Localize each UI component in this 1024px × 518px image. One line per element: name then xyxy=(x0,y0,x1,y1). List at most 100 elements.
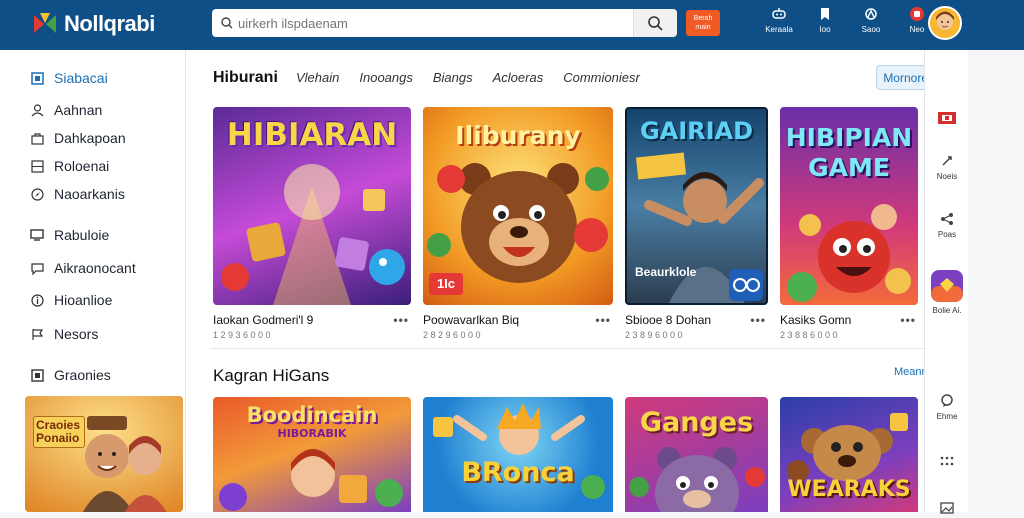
bookmark-button[interactable]: Ioo xyxy=(802,6,848,34)
chat-icon xyxy=(30,261,44,275)
thumbnail-subtitle: HIBORABIK xyxy=(277,427,347,440)
game-card[interactable]: Iliburany 1Ic Poowavarlkan Biq ••• 2 8 2… xyxy=(423,107,613,340)
game-thumbnail[interactable]: HIBIPIAN GAME xyxy=(780,107,918,305)
card-title: Iaokan Godmeri'l 9 xyxy=(213,313,314,327)
game-thumbnail[interactable]: BRonca xyxy=(423,397,613,512)
person-icon xyxy=(30,103,44,117)
sidebar: Siabacai Aahnan Dahkapoan Roloenai Naoar… xyxy=(0,50,186,512)
game-thumbnail[interactable]: HIBIARAN xyxy=(213,107,411,305)
rail-item-apps[interactable] xyxy=(925,456,969,470)
sidebar-item-bag[interactable]: Dahkapoan xyxy=(30,130,126,146)
link-icon xyxy=(942,156,952,166)
rail-item-label: Ehme xyxy=(936,412,958,421)
share-icon xyxy=(941,213,953,225)
tab-bar: Vlehain Inooangs Biangs Acloeras Commion… xyxy=(296,70,660,85)
sidebar-item-chat[interactable]: Aikraonocant xyxy=(30,260,136,276)
card-subtitle: 2 3 8 8 6 0 0 0 xyxy=(780,330,838,340)
rail-item-chat[interactable]: Ehme xyxy=(925,394,969,421)
rail-item-label: Bolie Ai. xyxy=(932,306,962,315)
card-title-row: Sbiooe 8 Dohan ••• xyxy=(625,313,768,327)
more-options-icon[interactable]: ••• xyxy=(393,313,409,327)
thumbnail-title: BRonca xyxy=(461,457,575,488)
chat-icon xyxy=(941,394,953,407)
thumbnail-title: Iliburany xyxy=(455,121,581,150)
rail-item-flag[interactable] xyxy=(925,112,969,128)
game-card[interactable]: Ganges xyxy=(625,397,768,512)
compass-icon xyxy=(30,187,44,201)
thumbnail-title: Boodincain xyxy=(246,403,378,427)
rail-item-label: Noeis xyxy=(936,172,958,181)
card-badge: Beaurklole xyxy=(635,265,697,279)
header-actions: Keraala Ioo Saoo Neo xyxy=(756,6,940,34)
sidebar-item-flag[interactable]: Nesors xyxy=(30,326,98,342)
more-options-icon[interactable]: ••• xyxy=(595,313,611,327)
card-title: Kasiks Gomn xyxy=(780,313,852,327)
notification-label: Neo xyxy=(909,25,925,34)
search-icon xyxy=(216,17,238,29)
sidebar-item-label: Dahkapoan xyxy=(54,130,126,146)
rail-item-game[interactable]: Bolie Ai. xyxy=(925,270,969,315)
game-thumbnail[interactable]: Iliburany 1Ic xyxy=(423,107,613,305)
sidebar-item-home[interactable]: Siabacai xyxy=(30,70,108,86)
search-bar[interactable] xyxy=(212,9,677,37)
section-title: Hiburani xyxy=(213,69,278,86)
game-thumbnail[interactable]: Ganges xyxy=(625,397,768,512)
logo-icon xyxy=(30,9,60,39)
rail-item-share[interactable]: Poas xyxy=(925,212,969,239)
sidebar-item-grid[interactable]: Roloenai xyxy=(30,158,109,174)
sidebar-item-compass[interactable]: Naoarkanis xyxy=(30,186,125,202)
card-title-row: Kasiks Gomn ••• xyxy=(780,313,918,327)
shop-icon xyxy=(865,8,877,20)
rail-item-link[interactable]: Noeis xyxy=(925,154,969,181)
more-options-icon[interactable]: ••• xyxy=(900,313,916,327)
sidebar-item-label: Roloenai xyxy=(54,158,110,174)
apps-icon xyxy=(940,456,954,466)
game-thumbnail[interactable]: Boodincain HIBORABIK xyxy=(213,397,411,512)
controller-button[interactable]: Keraala xyxy=(756,6,802,34)
controller-icon xyxy=(772,8,786,19)
tab-4[interactable]: Acloeras xyxy=(493,70,544,85)
game-card[interactable]: BRonca xyxy=(423,397,613,512)
grid-icon xyxy=(30,159,44,173)
promo-banner[interactable]: Craoies Ponaiio xyxy=(25,396,183,512)
tab-3[interactable]: Biangs xyxy=(433,70,473,85)
bag-icon xyxy=(30,131,44,145)
more-options-icon[interactable]: ••• xyxy=(750,313,766,327)
card-title-row: Iaokan Godmeri'l 9 ••• xyxy=(213,313,411,327)
sidebar-item-label: Rabuloie xyxy=(54,227,110,243)
game-card[interactable]: HIBIPIAN GAME Kasiks Gomn ••• 2 3 8 8 6 … xyxy=(780,107,918,340)
search-input[interactable] xyxy=(238,10,633,36)
thumbnail-title: GAIRIAD xyxy=(639,117,754,145)
logo[interactable]: Nollqrabi xyxy=(30,9,155,39)
search-button[interactable] xyxy=(633,9,677,37)
tab-1[interactable]: Vlehain xyxy=(296,70,339,85)
section-divider xyxy=(210,348,924,349)
card-subtitle: 2 8 2 9 6 0 0 0 xyxy=(423,330,481,340)
top-bar: Nollqrabi Berah main Keraala Ioo Saoo Ne… xyxy=(0,0,1024,50)
game-card[interactable]: Boodincain HIBORABIK xyxy=(213,397,411,512)
card-badge: 1Ic xyxy=(429,273,463,295)
game-thumbnail[interactable]: GAIRIAD Beaurklole xyxy=(625,107,768,305)
thumbnail-title: WEARAKS xyxy=(787,477,911,502)
thumbnail-title: Ganges xyxy=(639,407,754,438)
card-title: Poowavarlkan Biq xyxy=(423,313,520,327)
section-title: Kagran HiGans xyxy=(213,366,330,385)
game-thumbnail[interactable]: WEARAKS xyxy=(780,397,918,512)
sidebar-item-square[interactable]: Graonies xyxy=(30,367,111,383)
sidebar-item-person[interactable]: Aahnan xyxy=(30,102,102,118)
tab-5[interactable]: Commioniesr xyxy=(563,70,640,85)
square-icon xyxy=(30,368,44,382)
tab-2[interactable]: Inooangs xyxy=(359,70,413,85)
sidebar-item-label: Aahnan xyxy=(54,102,103,118)
game-card[interactable]: GAIRIAD Beaurklole Sbiooe 8 Dohan ••• 2 … xyxy=(625,107,768,340)
sidebar-item-label: Naoarkanis xyxy=(54,186,125,202)
shop-button[interactable]: Saoo xyxy=(848,6,894,34)
avatar[interactable] xyxy=(928,6,962,40)
promo-button[interactable]: Berah main xyxy=(686,10,720,36)
game-card[interactable]: HIBIARAN Iaokan Godmeri'l 9 ••• 1 2 9 3 … xyxy=(213,107,411,340)
sidebar-item-info[interactable]: Hioanlioe xyxy=(30,292,112,308)
flag-icon xyxy=(30,327,44,341)
sidebar-item-monitor[interactable]: Rabuloie xyxy=(30,227,109,243)
rail-item-image[interactable] xyxy=(925,502,969,518)
game-card[interactable]: WEARAKS xyxy=(780,397,918,512)
